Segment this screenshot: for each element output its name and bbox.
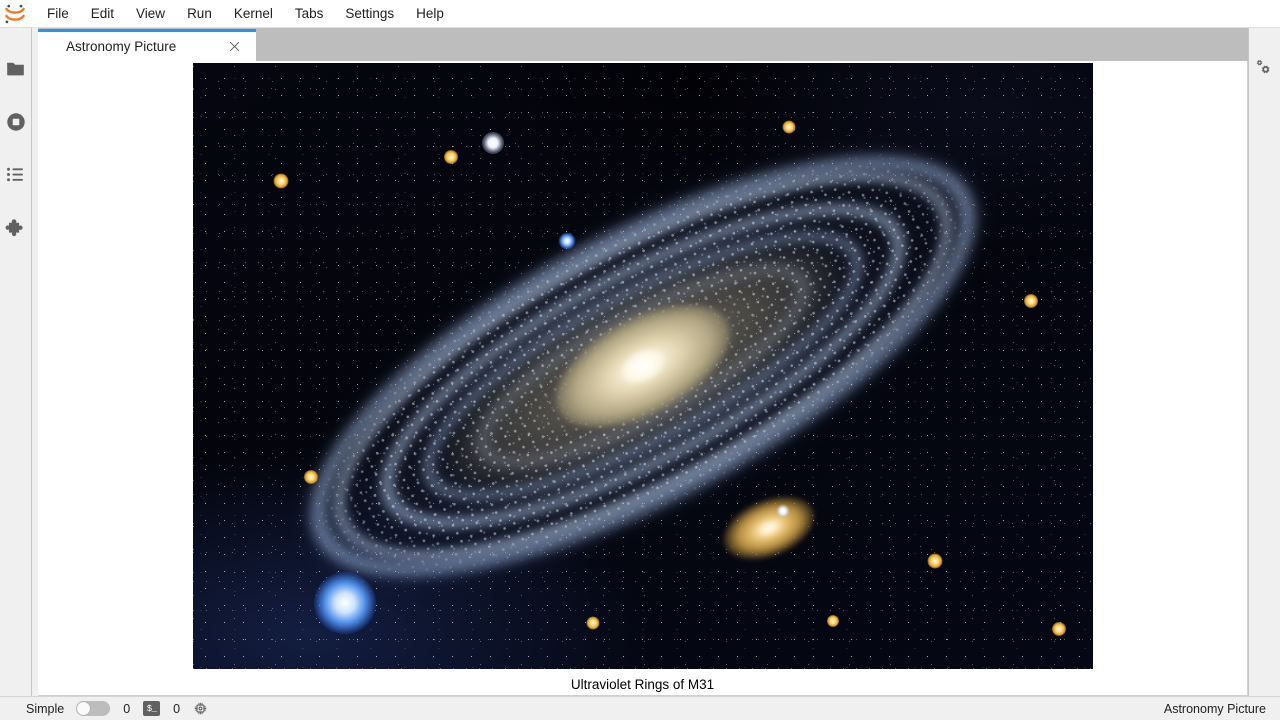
terminal-icon[interactable]: $_ (143, 701, 161, 716)
bright-star-gold-4 (1023, 294, 1038, 308)
right-sidebar (1248, 28, 1280, 696)
active-document-name: Astronomy Picture (1163, 701, 1266, 716)
body-row: Astronomy Picture Ultraviolet Rings of M… (0, 28, 1280, 696)
toggle-knob (77, 702, 91, 715)
menu-view[interactable]: View (125, 3, 176, 24)
gears-icon[interactable] (1249, 42, 1280, 95)
menu-settings[interactable]: Settings (334, 3, 405, 24)
menu-tabs[interactable]: Tabs (284, 3, 335, 24)
status-left-group: Simple 0 $_ 0 (26, 701, 208, 716)
bright-star-gold-9 (826, 615, 839, 627)
menu-file[interactable]: File (36, 3, 80, 24)
simple-mode-toggle[interactable] (76, 701, 111, 716)
bright-star-white-top (481, 132, 504, 154)
bright-star-gold-5 (927, 553, 942, 569)
simple-mode-label: Simple (26, 701, 65, 716)
image-caption: Ultraviolet Rings of M31 (570, 677, 715, 692)
folder-icon[interactable] (0, 42, 32, 95)
jupyterlab-window: File Edit View Run Kernel Tabs Settings … (0, 0, 1280, 720)
list-icon[interactable] (0, 148, 32, 201)
status-bar: Simple 0 $_ 0 Astronomy Picture (0, 696, 1280, 720)
document-panel: Ultraviolet Rings of M31 (38, 61, 1248, 696)
jupyterlab-logo-icon (0, 0, 30, 28)
bright-star-blue-upper-left (558, 232, 575, 250)
stop-circle-icon[interactable] (0, 95, 32, 148)
tab-astronomy-picture[interactable]: Astronomy Picture (38, 29, 256, 61)
bright-star-gold-2 (443, 150, 458, 164)
bright-star-gold-3 (782, 120, 795, 134)
menu-edit[interactable]: Edit (80, 3, 125, 24)
kernel-count: 0 (123, 701, 131, 716)
close-icon[interactable] (226, 39, 242, 55)
astronomy-image (192, 63, 1093, 669)
menu-items: File Edit View Run Kernel Tabs Settings … (36, 3, 455, 24)
tab-bar: Astronomy Picture (38, 28, 1248, 61)
menu-bar: File Edit View Run Kernel Tabs Settings … (0, 0, 1280, 28)
kernel-cpu-icon[interactable] (193, 701, 208, 716)
main-area: Astronomy Picture Ultraviolet Rings of M… (32, 28, 1248, 696)
bright-star-white-companion (776, 504, 789, 518)
terminal-count: 0 (173, 701, 181, 716)
menu-run[interactable]: Run (176, 3, 223, 24)
bright-star-gold-6 (586, 616, 599, 630)
bright-star-gold-1 (273, 173, 288, 189)
puzzle-icon[interactable] (0, 201, 32, 254)
menu-kernel[interactable]: Kernel (223, 3, 284, 24)
bright-star-blue-lower-left (313, 572, 376, 634)
status-right-group: Astronomy Picture (1164, 702, 1266, 716)
bright-star-gold-8 (1051, 622, 1066, 636)
left-sidebar (0, 28, 32, 696)
menu-help[interactable]: Help (405, 3, 455, 24)
tab-label: Astronomy Picture (66, 39, 177, 54)
bright-star-gold-7 (303, 470, 318, 484)
